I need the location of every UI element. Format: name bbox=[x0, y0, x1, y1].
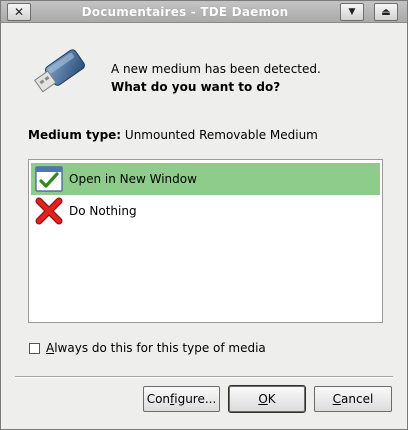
cancel-button[interactable]: Cancel bbox=[314, 386, 392, 412]
always-do-checkbox-row[interactable]: Always do this for this type of media bbox=[29, 341, 266, 355]
list-item-do-nothing[interactable]: Do Nothing bbox=[31, 195, 380, 227]
red-x-icon bbox=[33, 195, 65, 227]
list-item-label: Do Nothing bbox=[69, 204, 137, 218]
title-bar[interactable]: ✕ Documentaires - TDE Daemon ▼ ⏏ bbox=[1, 1, 407, 23]
always-do-label[interactable]: Always do this for this type of media bbox=[46, 341, 266, 355]
chevron-down-icon: ▼ bbox=[348, 7, 356, 17]
dialog-window: ✕ Documentaires - TDE Daemon ▼ ⏏ A new m… bbox=[0, 0, 408, 430]
action-list[interactable]: Open in New Window Do Nothing bbox=[28, 159, 383, 323]
usb-drive-icon bbox=[29, 45, 89, 101]
menu-button[interactable]: ▼ bbox=[340, 3, 364, 21]
list-item-open-new-window[interactable]: Open in New Window bbox=[31, 163, 380, 195]
always-do-checkbox[interactable] bbox=[29, 342, 40, 354]
eject-icon: ⏏ bbox=[381, 6, 391, 18]
window-check-icon bbox=[33, 163, 65, 195]
question-text: What do you want to do? bbox=[111, 80, 281, 94]
maximize-button[interactable]: ⏏ bbox=[374, 3, 398, 21]
medium-type-row: Medium type: Unmounted Removable Medium bbox=[28, 128, 318, 142]
window-title: Documentaires - TDE Daemon bbox=[81, 5, 289, 19]
close-icon: ✕ bbox=[13, 5, 25, 19]
detected-message: A new medium has been detected. bbox=[111, 62, 321, 76]
medium-type-label: Medium type: bbox=[28, 128, 122, 142]
separator bbox=[15, 376, 393, 378]
medium-type-value: Unmounted Removable Medium bbox=[124, 128, 318, 142]
ok-button[interactable]: OK bbox=[228, 385, 306, 413]
configure-button[interactable]: Con f igure... bbox=[143, 386, 220, 412]
close-button[interactable]: ✕ bbox=[7, 3, 31, 21]
list-item-label: Open in New Window bbox=[69, 172, 197, 186]
